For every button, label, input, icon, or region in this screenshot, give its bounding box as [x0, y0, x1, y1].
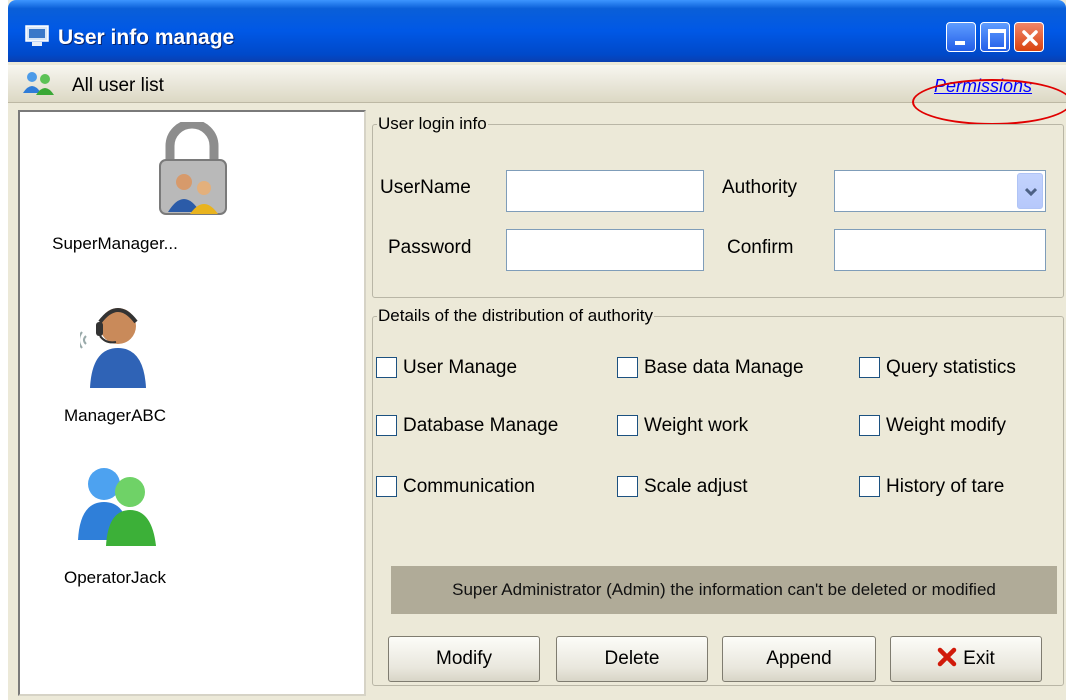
password-label: Password — [388, 237, 472, 258]
checkbox-box[interactable] — [617, 415, 638, 436]
username-field[interactable] — [506, 170, 704, 212]
checkbox-box[interactable] — [376, 415, 397, 436]
checkbox-box[interactable] — [859, 415, 880, 436]
checkbox-box[interactable] — [617, 476, 638, 497]
user-list: SuperManager... ManagerABC OperatorJack — [18, 110, 366, 696]
checkbox-box[interactable] — [376, 357, 397, 378]
close-icon — [1022, 30, 1038, 46]
checkbox-box[interactable] — [376, 476, 397, 497]
permissions-link[interactable]: Permissions — [934, 76, 1032, 97]
password-field[interactable] — [506, 229, 704, 271]
lock-user-icon — [159, 122, 227, 215]
exit-button-label: Exit — [963, 648, 995, 669]
headset-user-icon — [80, 308, 146, 388]
exit-x-icon — [937, 647, 957, 667]
checkbox-label: Weight work — [644, 415, 749, 436]
title-bar[interactable]: User info manage — [8, 0, 1066, 62]
app-icon — [25, 25, 49, 46]
checkbox-label: Weight modify — [886, 415, 1007, 436]
two-users-icon — [78, 468, 156, 546]
username-label: UserName — [380, 177, 471, 198]
append-button-label: Append — [766, 648, 832, 669]
users-icon — [23, 72, 54, 95]
confirm-label: Confirm — [727, 237, 794, 258]
admin-notice: Super Administrator (Admin) the informat… — [391, 566, 1057, 614]
user-name: SuperManager... — [52, 234, 178, 253]
authority-label: Authority — [722, 177, 797, 198]
modify-button-label: Modify — [436, 648, 492, 669]
checkbox-label: User Manage — [403, 357, 518, 378]
append-button[interactable]: Append — [722, 636, 876, 682]
authority-details-legend: Details of the distribution of authority — [378, 306, 653, 325]
confirm-field[interactable] — [834, 229, 1046, 271]
window-title: User info manage — [58, 26, 235, 49]
user-item-supermanager[interactable]: SuperManager... — [20, 122, 364, 262]
delete-button[interactable]: Delete — [556, 636, 708, 682]
maximize-button[interactable] — [980, 22, 1010, 52]
checkbox-box[interactable] — [859, 357, 880, 378]
delete-button-label: Delete — [604, 648, 660, 669]
modify-button[interactable]: Modify — [388, 636, 540, 682]
exit-button[interactable]: Exit — [890, 636, 1042, 682]
user-info-window: User info manage All user list Permissio… — [8, 0, 1066, 700]
all-user-list-label: All user list — [72, 75, 164, 96]
user-list-header: All user list Permissions — [8, 65, 1066, 103]
authority-dropdown[interactable] — [834, 170, 1046, 212]
user-item-managerabc[interactable]: ManagerABC — [20, 296, 364, 436]
checkbox-box[interactable] — [859, 476, 880, 497]
dropdown-button[interactable] — [1017, 173, 1043, 209]
checkbox-label: Database Manage — [403, 415, 559, 436]
checkbox-label: Scale adjust — [644, 476, 748, 497]
checkbox-label: Communication — [403, 476, 535, 497]
user-name: ManagerABC — [63, 406, 167, 425]
checkbox-label: Query statistics — [886, 357, 1016, 378]
close-button[interactable] — [1014, 22, 1044, 52]
checkbox-label: Base data Manage — [644, 357, 804, 378]
user-name: OperatorJack — [63, 568, 167, 587]
checkbox-box[interactable] — [617, 357, 638, 378]
minimize-button[interactable] — [946, 22, 976, 52]
chevron-down-icon — [1025, 187, 1037, 197]
user-item-operatorjack[interactable]: OperatorJack — [20, 462, 364, 602]
checkbox-label: History of tare — [886, 476, 1005, 497]
user-login-info-legend: User login info — [378, 114, 487, 133]
